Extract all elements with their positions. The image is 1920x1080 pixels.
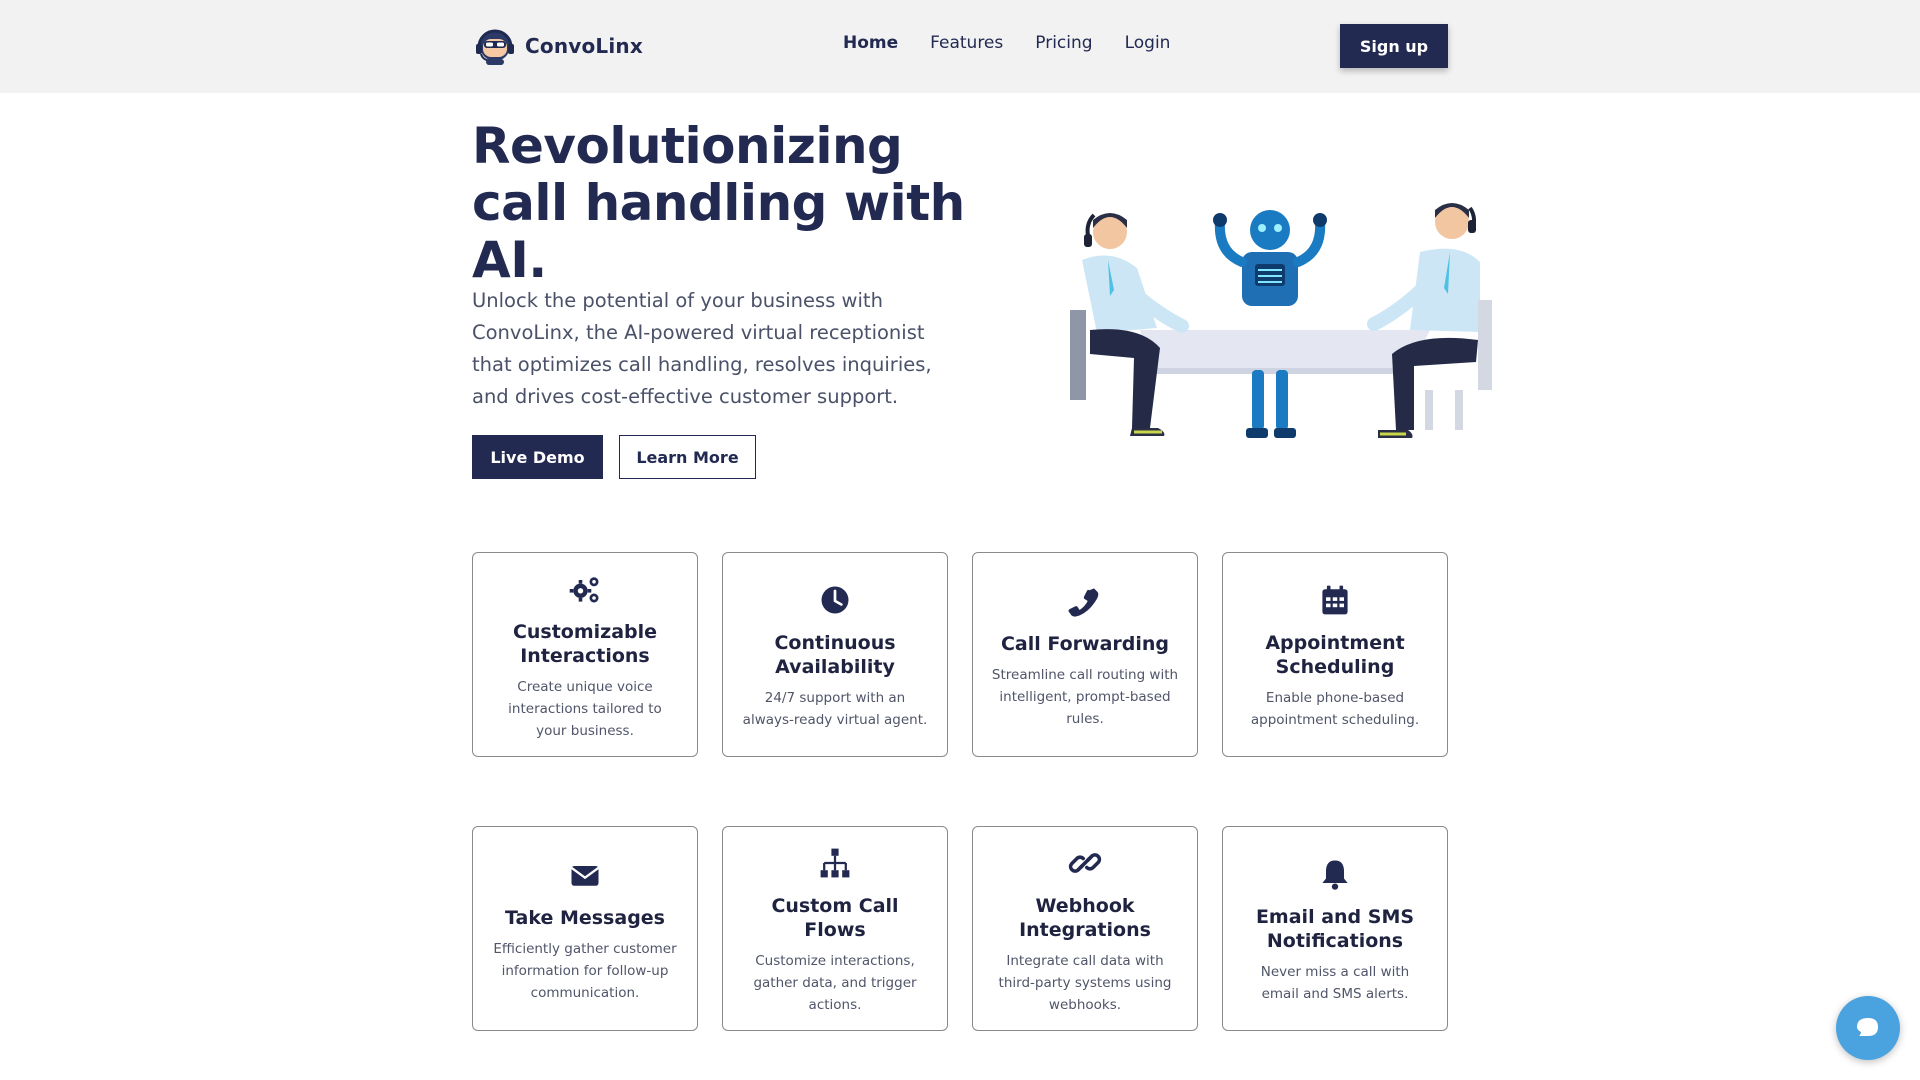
hero-title: Revolutionizing call handling with AI.: [472, 117, 965, 289]
nav-pricing[interactable]: Pricing: [1035, 33, 1092, 53]
feature-description: 24/7 support with an always-ready virtua…: [742, 689, 928, 728]
feature-title: Customizable Interactions: [512, 620, 658, 667]
feature-card-appointment-scheduling: Appointment Scheduling Enable phone-base…: [1222, 552, 1448, 757]
sitemap-icon: [814, 842, 856, 884]
signup-button[interactable]: Sign up: [1340, 24, 1448, 68]
feature-card-take-messages: Take Messages Efficiently gather custome…: [472, 826, 698, 1031]
feature-description: Integrate call data with third-party sys…: [998, 952, 1172, 1013]
feature-card-customizable-interactions: Customizable Interactions Create unique …: [472, 552, 698, 757]
chat-bubble-icon: [1857, 1018, 1878, 1036]
feature-card-continuous-availability: Continuous Availability 24/7 support wit…: [722, 552, 948, 757]
hero-illustration: [1070, 203, 1492, 438]
envelope-icon: [564, 854, 606, 896]
feature-title: Webhook Integrations: [1019, 894, 1151, 941]
main-nav: Home Features Pricing Login: [843, 33, 1170, 53]
learn-more-button[interactable]: Learn More: [619, 435, 756, 479]
feature-title: Call Forwarding: [1000, 632, 1170, 655]
chat-widget-button[interactable]: [1836, 996, 1900, 1060]
clock-icon: [814, 579, 856, 621]
live-demo-button[interactable]: Live Demo: [472, 435, 603, 479]
feature-description: Never miss a call with email and SMS ale…: [1260, 963, 1410, 1002]
top-navbar: ConvoLinx Home Features Pricing Login Si…: [0, 0, 1920, 93]
feature-description: Streamline call routing with intelligent…: [991, 666, 1179, 727]
nav-home[interactable]: Home: [843, 33, 898, 53]
calendar-icon: [1314, 579, 1356, 621]
feature-title: Appointment Scheduling: [1265, 631, 1405, 678]
feature-title: Email and SMS Notifications: [1255, 905, 1415, 952]
nav-login[interactable]: Login: [1125, 33, 1171, 53]
feature-title: Continuous Availability: [774, 631, 896, 678]
bell-icon: [1314, 853, 1356, 895]
hero-description: Unlock the potential of your business wi…: [472, 289, 932, 408]
link-icon: [1064, 842, 1106, 884]
feature-title: Custom Call Flows: [771, 894, 899, 941]
nav-features[interactable]: Features: [930, 33, 1003, 53]
feature-description: Customize interactions, gather data, and…: [753, 952, 917, 1013]
phone-icon: [1064, 580, 1106, 622]
feature-description: Enable phone-based appointment schedulin…: [1250, 689, 1420, 728]
feature-card-call-forwarding: Call Forwarding Streamline call routing …: [972, 552, 1198, 757]
brand-logo[interactable]: ConvoLinx: [472, 25, 643, 67]
brand-name: ConvoLinx: [525, 34, 643, 58]
feature-title: Take Messages: [505, 906, 665, 929]
feature-card-email-sms-notifications: Email and SMS Notifications Never miss a…: [1222, 826, 1448, 1031]
cogs-icon: [564, 568, 606, 610]
feature-description: Create unique voice interactions tailore…: [508, 678, 662, 739]
feature-description: Efficiently gather customer information …: [493, 940, 677, 1001]
feature-card-custom-call-flows: Custom Call Flows Customize interactions…: [722, 826, 948, 1031]
robot-headset-logo-icon: [476, 29, 514, 65]
feature-card-webhook-integrations: Webhook Integrations Integrate call data…: [972, 826, 1198, 1031]
